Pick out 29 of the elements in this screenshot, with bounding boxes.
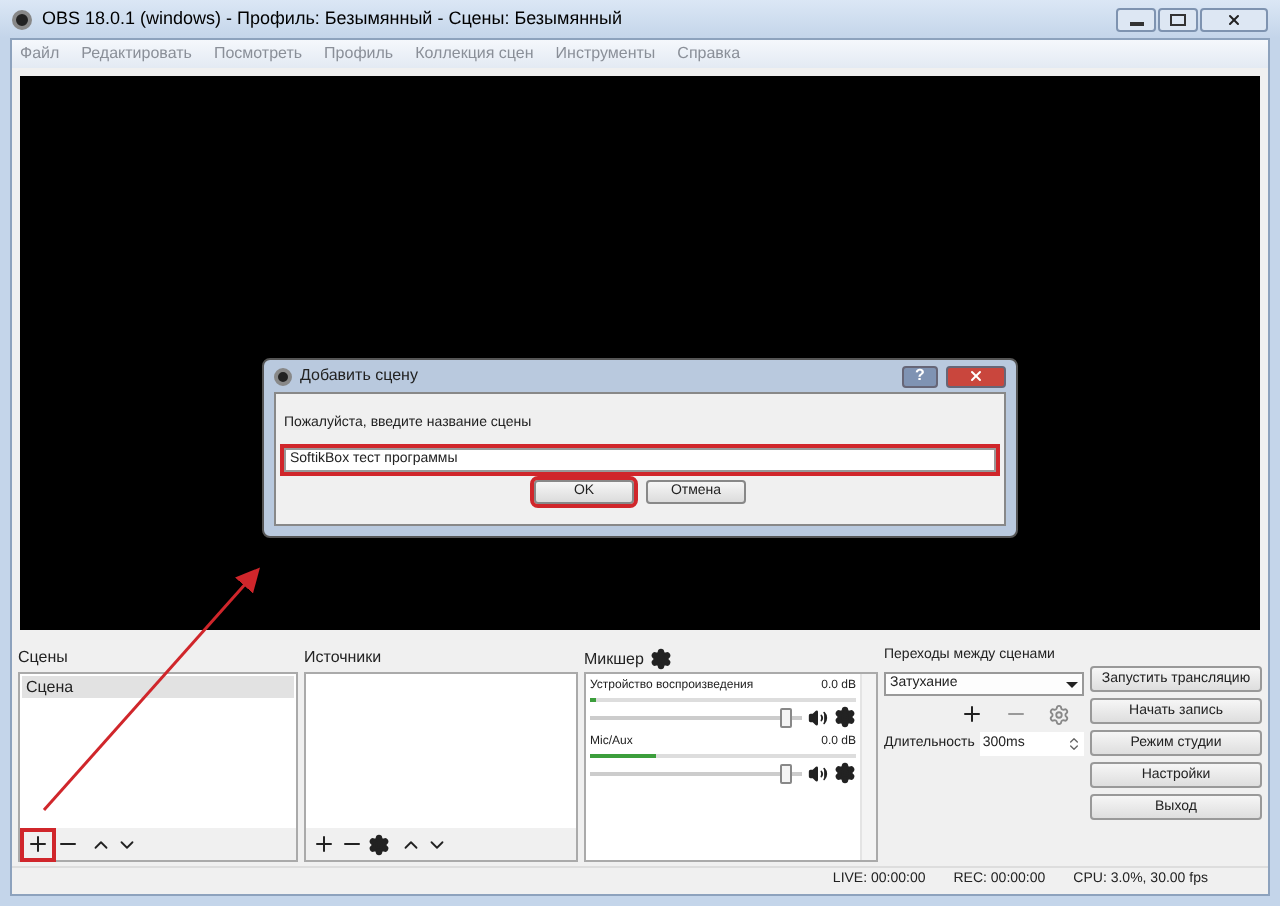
app-logo-icon [274, 367, 292, 385]
dropdown-caret-icon [1066, 681, 1078, 687]
minimize-button[interactable] [1116, 7, 1156, 31]
app-logo-icon [12, 9, 32, 29]
speaker-icon[interactable] [808, 707, 828, 727]
close-icon [1226, 11, 1242, 27]
volume-slider[interactable] [590, 707, 802, 727]
close-button[interactable] [946, 365, 1006, 387]
window-title: OBS 18.0.1 (windows) - Профиль: Безымянный - Сцены: Безымянный [42, 5, 622, 32]
close-button[interactable] [1200, 7, 1268, 31]
settings-icon[interactable] [834, 706, 856, 728]
add-icon[interactable] [312, 832, 336, 856]
add-icon[interactable] [959, 702, 983, 726]
settings-icon[interactable] [649, 648, 672, 670]
settings-icon[interactable] [834, 762, 856, 784]
add-button[interactable] [24, 831, 52, 857]
spinner-arrows-icon[interactable] [1066, 736, 1082, 752]
settings-icon[interactable] [368, 833, 390, 855]
dialog-title: Добавить сцену [300, 364, 418, 388]
plus-icon [26, 832, 50, 856]
scrollbar[interactable] [860, 674, 876, 860]
panel-title: Микшер [584, 647, 644, 671]
panel-title: Источники [304, 646, 384, 670]
close-icon [968, 368, 984, 384]
speaker-icon[interactable] [808, 763, 828, 783]
volume-slider[interactable] [590, 763, 802, 783]
scene-item[interactable]: Сцена [22, 676, 294, 698]
panel-title: Сцены [18, 646, 70, 670]
maximize-button[interactable] [1158, 7, 1198, 31]
